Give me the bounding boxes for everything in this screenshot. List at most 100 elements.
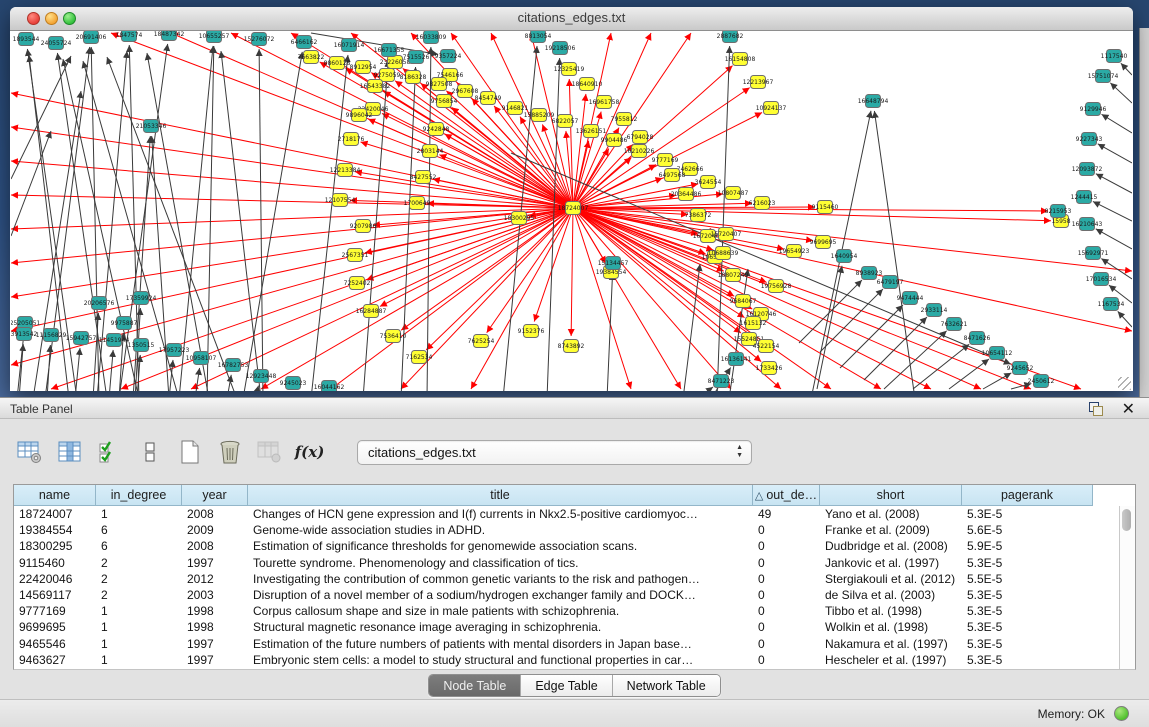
- graph-node[interactable]: 12213384: [330, 164, 361, 177]
- graph-node[interactable]: 8186328: [400, 71, 427, 84]
- close-panel-icon[interactable]: ✕: [1122, 399, 1135, 419]
- new-column-button[interactable]: [176, 439, 203, 466]
- table-selector-combobox[interactable]: citations_edges.txt ▲▼: [357, 440, 752, 465]
- graph-node[interactable]: 2887682: [717, 31, 744, 43]
- graph-node[interactable]: 8813054: [525, 31, 552, 43]
- graph-node[interactable]: 9227343: [1076, 133, 1103, 146]
- table-cell[interactable]: Estimation of the future numbers of pati…: [248, 636, 753, 652]
- table-cell[interactable]: 2: [96, 587, 182, 603]
- table-cell[interactable]: 1: [96, 636, 182, 652]
- tab-network-table[interactable]: Network Table: [613, 675, 720, 696]
- table-cell[interactable]: 1998: [182, 619, 248, 635]
- table-cell[interactable]: 5.3E-5: [962, 619, 1093, 635]
- table-cell[interactable]: 5.3E-5: [962, 506, 1093, 522]
- graph-node[interactable]: 1733426: [756, 362, 783, 375]
- graph-node[interactable]: 6822057: [552, 115, 579, 128]
- graph-node[interactable]: 15692971: [1078, 247, 1109, 260]
- table-row[interactable]: 1872400712008Changes of HCN gene express…: [14, 506, 1135, 522]
- graph-node[interactable]: 21053346: [136, 120, 167, 133]
- graph-node[interactable]: 12923448: [246, 370, 277, 383]
- table-row[interactable]: 2242004622012Investigating the contribut…: [14, 571, 1135, 587]
- graph-node[interactable]: 10958107: [186, 352, 217, 365]
- table-cell[interactable]: Investigating the contribution of common…: [248, 571, 753, 587]
- graph-node[interactable]: 2450612: [1028, 375, 1055, 388]
- table-cell[interactable]: 2: [96, 555, 182, 571]
- graph-node[interactable]: 9756854: [431, 95, 458, 108]
- tab-node-table[interactable]: Node Table: [429, 675, 521, 696]
- table-cell[interactable]: 19384554: [14, 522, 96, 538]
- table-cell[interactable]: 2009: [182, 522, 248, 538]
- table-cell[interactable]: 9699695: [14, 619, 96, 635]
- graph-node[interactable]: 1700649: [404, 197, 431, 210]
- graph-node[interactable]: 7536410: [380, 330, 407, 343]
- table-cell[interactable]: 2012: [182, 571, 248, 587]
- table-cell[interactable]: 1997: [182, 636, 248, 652]
- graph-node[interactable]: 12325419: [554, 63, 585, 76]
- graph-node[interactable]: 12093872: [1072, 163, 1103, 176]
- graph-node[interactable]: 7252402: [344, 277, 371, 290]
- table-cell[interactable]: 9463627: [14, 652, 96, 668]
- table-cell[interactable]: 0: [753, 571, 820, 587]
- graph-node[interactable]: 7663822: [298, 51, 325, 64]
- column-header-year[interactable]: year: [182, 485, 248, 506]
- column-header-short[interactable]: short: [820, 485, 962, 506]
- graph-node[interactable]: 15134457: [598, 257, 629, 270]
- graph-node[interactable]: 9357224: [435, 50, 462, 63]
- table-cell[interactable]: 1997: [182, 652, 248, 668]
- table-row[interactable]: 911546021997Tourette syndrome. Phenomeno…: [14, 555, 1135, 571]
- graph-node[interactable]: 2933114: [921, 304, 948, 317]
- table-cell[interactable]: 5.3E-5: [962, 555, 1093, 571]
- graph-node[interactable]: 17016534: [1086, 273, 1117, 286]
- table-cell[interactable]: Genome-wide association studies in ADHD.: [248, 522, 753, 538]
- table-cell[interactable]: 5.3E-5: [962, 603, 1093, 619]
- graph-node[interactable]: 2803144: [417, 145, 444, 158]
- table-cell[interactable]: 0: [753, 619, 820, 635]
- graph-node[interactable]: 2567351: [342, 249, 369, 262]
- table-cell[interactable]: 2008: [182, 506, 248, 522]
- table-mode-button[interactable]: [16, 439, 43, 466]
- graph-node[interactable]: 24055724: [41, 37, 72, 50]
- graph-node[interactable]: 9152376: [518, 325, 545, 338]
- table-cell[interactable]: 1998: [182, 603, 248, 619]
- table-cell[interactable]: 0: [753, 603, 820, 619]
- table-cell[interactable]: 5.6E-5: [962, 522, 1093, 538]
- table-row[interactable]: 1456911722003Disruption of a novel membe…: [14, 587, 1135, 603]
- table-cell[interactable]: 0: [753, 652, 820, 668]
- table-cell[interactable]: 5.3E-5: [962, 587, 1093, 603]
- graph-node[interactable]: 15751074: [1088, 70, 1119, 83]
- graph-node[interactable]: 16136141: [721, 353, 752, 366]
- graph-node[interactable]: 3913542: [11, 328, 38, 341]
- table-cell[interactable]: Embryonic stem cells: a model to study s…: [248, 652, 753, 668]
- tab-edge-table[interactable]: Edge Table: [521, 675, 612, 696]
- graph-node[interactable]: 20691406: [76, 31, 107, 44]
- scrollbar-thumb[interactable]: [1122, 509, 1131, 531]
- table-cell[interactable]: Structural magnetic resonance image aver…: [248, 619, 753, 635]
- network-view-window[interactable]: citations_edges.txt 18724007766382288601…: [10, 7, 1133, 391]
- graph-node[interactable]: 19218506: [545, 42, 576, 55]
- table-cell[interactable]: 0: [753, 538, 820, 554]
- graph-node[interactable]: 7625254: [468, 335, 495, 348]
- graph-node[interactable]: 8743892: [558, 340, 585, 353]
- graph-node[interactable]: 8471626: [964, 332, 991, 345]
- graph-node[interactable]: 7162534: [406, 351, 433, 364]
- table-cell[interactable]: Yano et al. (2008): [820, 506, 962, 522]
- graph-node[interactable]: 10655257: [199, 31, 230, 43]
- table-cell[interactable]: 6: [96, 522, 182, 538]
- table-cell[interactable]: 1997: [182, 555, 248, 571]
- table-cell[interactable]: 9777169: [14, 603, 96, 619]
- table-cell[interactable]: Tibbo et al. (1998): [820, 603, 962, 619]
- graph-node[interactable]: 16284887: [356, 305, 387, 318]
- table-cell[interactable]: 5.9E-5: [962, 538, 1093, 554]
- table-cell[interactable]: 18300295: [14, 538, 96, 554]
- column-header-title[interactable]: title: [248, 485, 753, 506]
- table-cell[interactable]: 9465546: [14, 636, 96, 652]
- graph-node[interactable]: 1640954: [831, 250, 858, 263]
- graph-node[interactable]: 10807487: [718, 187, 749, 200]
- row-height-button[interactable]: [136, 439, 163, 466]
- graph-node[interactable]: 16961758: [589, 96, 620, 109]
- table-cell[interactable]: 9115460: [14, 555, 96, 571]
- table-row[interactable]: 946554611997Estimation of the future num…: [14, 636, 1135, 652]
- graph-node[interactable]: 18487342: [154, 31, 185, 41]
- graph-node[interactable]: 9975887: [111, 317, 138, 330]
- window-titlebar[interactable]: citations_edges.txt: [10, 7, 1133, 31]
